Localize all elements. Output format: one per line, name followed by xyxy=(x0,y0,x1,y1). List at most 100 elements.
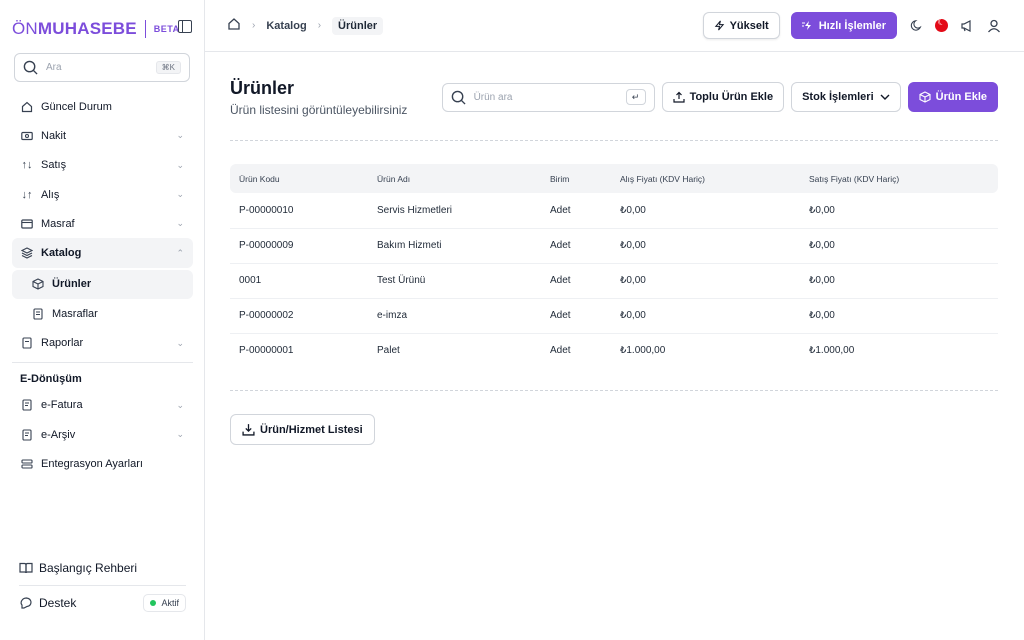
cell-product-code: P-00000009 xyxy=(230,228,368,264)
topbar: › Katalog › Ürünler Yükselt Hızlı İşleml… xyxy=(205,0,1024,52)
megaphone-icon[interactable] xyxy=(959,18,975,34)
cell-sale-price: ₺0,00 xyxy=(800,298,998,334)
turkey-flag-icon[interactable] xyxy=(935,17,948,32)
table-row[interactable]: P-00000010 Servis Hizmetleri Adet ₺0,00 … xyxy=(230,193,998,229)
quick-lightning-icon xyxy=(801,20,814,31)
search-icon xyxy=(451,90,466,105)
divider xyxy=(19,585,186,586)
cell-unit: Adet xyxy=(541,298,611,334)
cell-unit: Adet xyxy=(541,228,611,264)
invoice-icon xyxy=(21,399,33,411)
sidebar-item-label: e-Fatura xyxy=(41,399,83,412)
sidebar-item-label: Alış xyxy=(41,188,60,201)
chevron-down-icon: ⌄ xyxy=(176,159,184,170)
table-row[interactable]: 0001 Test Ürünü Adet ₺0,00 ₺0,00 xyxy=(230,263,998,299)
product-search-input[interactable]: Ürün ara ↵ xyxy=(441,82,655,112)
cell-purchase-price: ₺0,00 xyxy=(611,263,800,299)
archive-icon xyxy=(21,429,33,441)
integration-icon xyxy=(21,458,33,470)
sidebar-item-guncel-durum[interactable]: Güncel Durum xyxy=(12,92,193,121)
column-header[interactable]: Birim xyxy=(541,164,611,193)
upgrade-button[interactable]: Yükselt xyxy=(702,12,780,39)
brand[interactable]: ÖNMUHASEBE BETA xyxy=(12,16,192,42)
chevron-right-icon: › xyxy=(317,20,322,31)
table-row[interactable]: P-00000002 e-imza Adet ₺0,00 ₺0,00 xyxy=(230,298,998,334)
layers-icon xyxy=(21,247,33,259)
chevron-down-icon: ⌄ xyxy=(176,130,184,141)
support-label: Destek xyxy=(39,596,77,610)
sidebar-search[interactable]: Ara ⌘K xyxy=(14,53,190,82)
sidebar-item-urunler[interactable]: Ürünler xyxy=(12,269,193,300)
chevron-down-icon: ⌄ xyxy=(176,189,184,200)
table-row[interactable]: P-00000009 Bakım Hizmeti Adet ₺0,00 ₺0,0… xyxy=(230,228,998,264)
upgrade-label: Yükselt xyxy=(729,19,769,32)
add-product-label: Ürün Ekle xyxy=(935,91,987,103)
sidebar-item-label: Katalog xyxy=(41,247,82,260)
breadcrumb-katalog[interactable]: Katalog xyxy=(266,20,306,32)
brand-divider xyxy=(144,20,146,38)
lightning-icon xyxy=(714,20,725,31)
support-icon xyxy=(19,596,33,610)
page-actions: Ürün ara ↵ Toplu Ürün Ekle Stok İşlemler… xyxy=(441,82,998,112)
receipt-icon xyxy=(32,308,44,320)
box-plus-icon xyxy=(919,91,931,103)
sidebar-item-masraflar[interactable]: Masraflar xyxy=(12,299,193,328)
export-list-label: Ürün/Hizmet Listesi xyxy=(260,423,363,436)
sidebar-item-nakit[interactable]: Nakit ⌄ xyxy=(12,121,193,150)
cell-product-code: P-00000001 xyxy=(239,345,294,357)
support-link[interactable]: Destek Aktif xyxy=(12,590,193,616)
products-table: Ürün Kodu Ürün Adı Birim Alış Fiyatı (KD… xyxy=(230,164,998,368)
getting-started-guide-link[interactable]: Başlangıç Rehberi xyxy=(12,555,193,581)
bulk-add-label: Toplu Ürün Ekle xyxy=(689,91,774,103)
beta-badge: BETA xyxy=(153,24,180,34)
column-header[interactable]: Alış Fiyatı (KDV Hariç) xyxy=(611,164,800,193)
sidebar-item-label: Entegrasyon Ayarları xyxy=(41,457,143,470)
sidebar-item-alis[interactable]: ↓↑ Alış ⌄ xyxy=(12,180,193,209)
sidebar-item-e-fatura[interactable]: e-Fatura ⌄ xyxy=(12,391,193,420)
product-search-placeholder: Ürün ara xyxy=(473,91,513,103)
home-icon[interactable] xyxy=(227,17,241,34)
sidebar: ÖNMUHASEBE BETA Ara ⌘K Güncel Durum Naki… xyxy=(0,0,205,640)
divider xyxy=(230,140,998,141)
divider xyxy=(230,390,998,391)
sales-arrows-icon: ↑↓ xyxy=(21,159,33,172)
column-header[interactable]: Satış Fiyatı (KDV Hariç) xyxy=(800,164,998,193)
quick-actions-button[interactable]: Hızlı İşlemler xyxy=(790,12,897,39)
export-list-button[interactable]: Ürün/Hizmet Listesi xyxy=(230,414,375,445)
table-row[interactable]: P-00000001 Palet Adet ₺1.000,00 ₺1.000,0… xyxy=(230,333,998,368)
sidebar-item-label: Satış xyxy=(41,159,67,172)
brand-logo: ÖNMUHASEBE xyxy=(12,19,137,38)
table-header-row: Ürün Kodu Ürün Adı Birim Alış Fiyatı (KD… xyxy=(230,164,998,193)
sidebar-item-e-arsiv[interactable]: e-Arşiv ⌄ xyxy=(12,420,193,449)
sidebar-toggle-icon[interactable] xyxy=(178,20,192,33)
chevron-up-icon: ⌃ xyxy=(176,247,184,258)
guide-label: Başlangıç Rehberi xyxy=(39,561,138,575)
nav-divider xyxy=(12,361,193,363)
bulk-add-button[interactable]: Toplu Ürün Ekle xyxy=(661,82,785,112)
stock-ops-label: Stok İşlemleri xyxy=(802,91,874,103)
sidebar-item-satis[interactable]: ↑↓ Satış ⌄ xyxy=(12,151,193,180)
user-icon[interactable] xyxy=(986,18,1002,34)
column-header[interactable]: Ürün Adı xyxy=(368,164,541,193)
cell-sale-price: ₺0,00 xyxy=(800,193,998,229)
column-header[interactable]: Ürün Kodu xyxy=(230,164,368,193)
sidebar-item-masraf[interactable]: Masraf ⌄ xyxy=(12,209,193,238)
cell-product-name: Palet xyxy=(377,345,400,357)
cell-unit: Adet xyxy=(550,345,571,357)
moon-icon[interactable] xyxy=(908,18,924,34)
sidebar-item-katalog[interactable]: Katalog ⌃ xyxy=(12,238,193,268)
cell-purchase-price: ₺1.000,00 xyxy=(620,345,666,357)
download-icon xyxy=(242,423,255,436)
cell-product-name: Test Ürünü xyxy=(368,263,541,299)
add-product-button[interactable]: Ürün Ekle xyxy=(907,82,998,112)
sidebar-item-raporlar[interactable]: Raporlar ⌄ xyxy=(12,328,193,357)
cash-icon xyxy=(21,130,33,142)
cell-product-name: Servis Hizmetleri xyxy=(368,193,541,229)
sidebar-item-label: e-Arşiv xyxy=(41,428,76,441)
enter-key-icon: ↵ xyxy=(625,89,646,105)
cell-purchase-price: ₺0,00 xyxy=(611,193,800,229)
cell-unit: Adet xyxy=(541,263,611,299)
stock-operations-dropdown[interactable]: Stok İşlemleri xyxy=(791,82,901,112)
sidebar-item-entegrasyon-ayarlari[interactable]: Entegrasyon Ayarları xyxy=(12,449,193,478)
box-icon xyxy=(32,278,44,291)
